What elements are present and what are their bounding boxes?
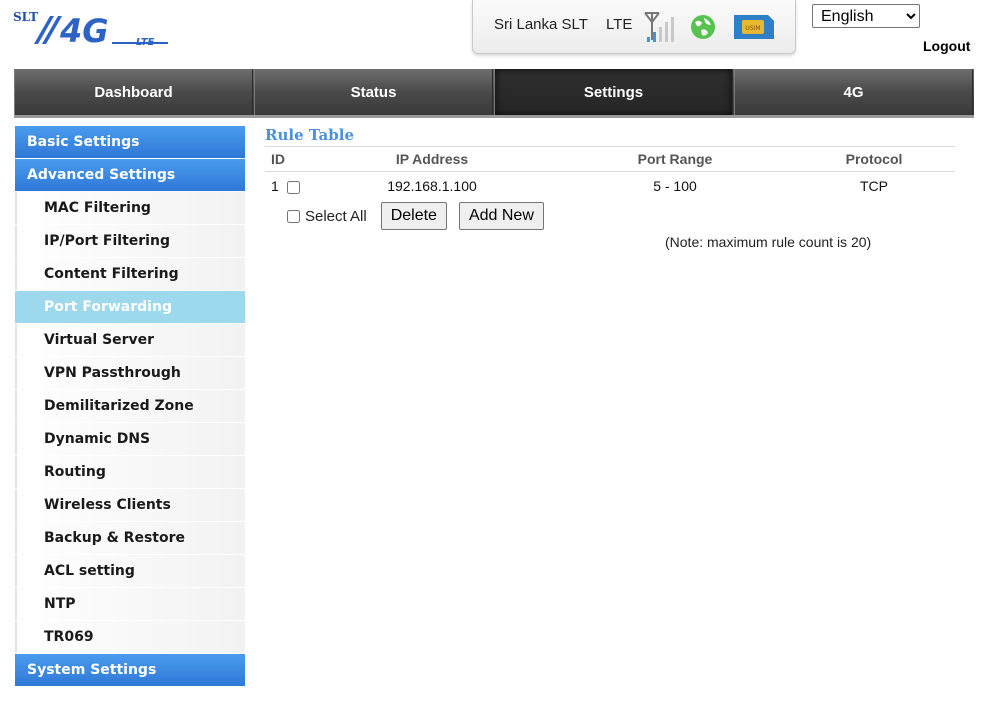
row-ip-address: 192.168.1.100 [387, 177, 477, 194]
logout-link[interactable]: Logout [923, 38, 970, 54]
settings-sidebar: Basic Settings Advanced Settings MAC Fil… [15, 126, 245, 687]
sidebar-advanced-settings[interactable]: Advanced Settings [15, 159, 245, 191]
row-port-range: 5 - 100 [653, 177, 697, 194]
add-new-button[interactable]: Add New [458, 202, 544, 230]
logo-4g-text: 4G [59, 12, 109, 48]
row-id: 1 [271, 177, 279, 194]
language-select[interactable]: English [812, 4, 920, 28]
status-panel: Sri Lanka SLT LTE USIM [472, 0, 796, 54]
sidebar-item-tr069[interactable]: TR069 [15, 621, 245, 653]
slt-4g-logo: SLT 4G LTE [13, 10, 168, 48]
select-all-control[interactable]: Select All [287, 208, 367, 225]
select-all-label: Select All [305, 207, 367, 225]
sidebar-system-settings[interactable]: System Settings [15, 654, 245, 686]
sidebar-item-mac-filtering[interactable]: MAC Filtering [15, 192, 245, 224]
column-header-port: Port Range [557, 146, 793, 172]
row-select-checkbox[interactable] [287, 180, 300, 194]
main-navbar: Dashboard Status Settings 4G [14, 69, 974, 118]
usim-card-icon: USIM [734, 15, 774, 39]
table-header-row: ID IP Address Port Range Protocol [265, 146, 955, 172]
column-header-protocol: Protocol [793, 146, 955, 172]
sidebar-item-wireless-clients[interactable]: Wireless Clients [15, 489, 245, 521]
sidebar-item-ip-port-filtering[interactable]: IP/Port Filtering [15, 225, 245, 257]
column-header-select [287, 146, 307, 172]
sidebar-item-backup-restore[interactable]: Backup & Restore [15, 522, 245, 554]
sidebar-item-routing[interactable]: Routing [15, 456, 245, 488]
brand-text: SLT [13, 10, 38, 24]
tab-dashboard[interactable]: Dashboard [14, 69, 253, 115]
rule-actions: Select All Delete Add New [287, 202, 556, 230]
tab-4g[interactable]: 4G [734, 69, 973, 115]
network-type: LTE [606, 16, 633, 33]
signal-strength-icon [644, 12, 674, 42]
max-rule-note: (Note: maximum rule count is 20) [665, 234, 872, 250]
sidebar-item-vpn-passthrough[interactable]: VPN Passthrough [15, 357, 245, 389]
sidebar-item-dynamic-dns[interactable]: Dynamic DNS [15, 423, 245, 455]
carrier-name: Sri Lanka SLT [494, 16, 588, 33]
sidebar-basic-settings[interactable]: Basic Settings [15, 126, 245, 158]
sidebar-item-content-filtering[interactable]: Content Filtering [15, 258, 245, 290]
sidebar-item-virtual-server[interactable]: Virtual Server [15, 324, 245, 356]
table-row: 1 192.168.1.100 5 - 100 TCP [265, 172, 955, 200]
sidebar-item-dmz[interactable]: Demilitarized Zone [15, 390, 245, 422]
tab-settings[interactable]: Settings [494, 69, 733, 115]
sidebar-item-ntp[interactable]: NTP [15, 588, 245, 620]
usim-label: USIM [745, 25, 760, 32]
row-protocol: TCP [860, 177, 888, 194]
column-header-id: ID [265, 146, 287, 172]
sidebar-item-acl-setting[interactable]: ACL setting [15, 555, 245, 587]
rule-table-title: Rule Table [265, 126, 355, 144]
row-select-cell [287, 172, 307, 200]
rule-table-panel: Rule Table ID IP Address Port Range Prot… [265, 126, 955, 250]
rule-table: ID IP Address Port Range Protocol 1 192.… [265, 146, 955, 200]
delete-button[interactable]: Delete [380, 202, 447, 230]
column-header-ip: IP Address [307, 146, 557, 172]
internet-globe-icon [691, 15, 715, 39]
select-all-checkbox[interactable] [287, 209, 300, 223]
tab-status[interactable]: Status [254, 69, 493, 115]
sidebar-item-port-forwarding[interactable]: Port Forwarding [15, 291, 245, 323]
